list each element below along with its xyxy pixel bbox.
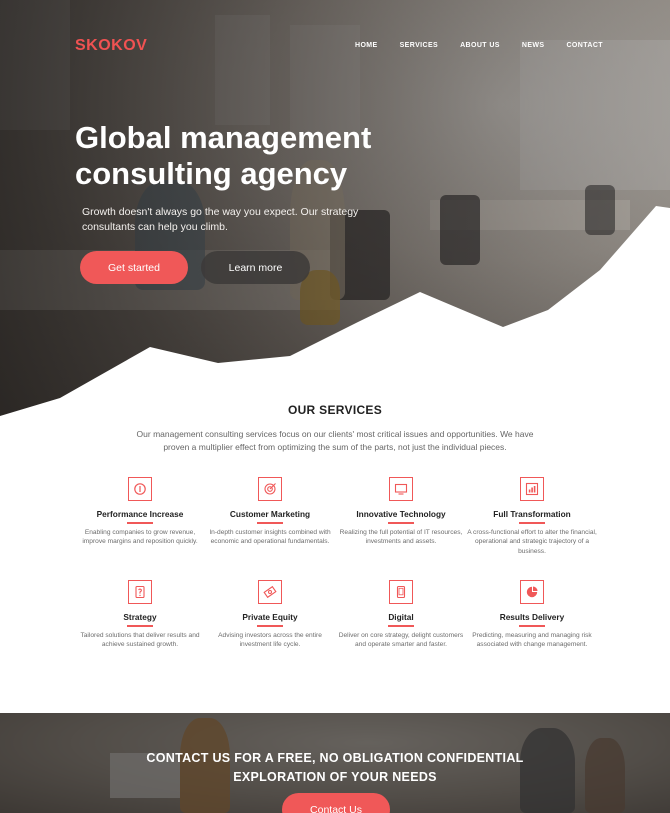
tablet-icon [389,580,413,604]
monitor-icon [389,477,413,501]
service-underline [127,625,153,627]
nav-news[interactable]: NEWS [522,42,545,49]
service-title: Results Delivery [499,612,565,622]
service-description: In-depth customer insights combined with… [209,528,331,546]
pie-icon [520,580,544,604]
chart-icon [520,477,544,501]
money-icon [258,580,282,604]
service-underline [257,625,283,627]
hero-subtitle: Growth doesn't always go the way you exp… [82,206,359,233]
service-innovative-technology[interactable]: Innovative Technology Realizing the full… [336,477,466,547]
service-description: A cross-functional effort to alter the f… [467,528,597,556]
services-heading: OUR SERVICES [287,403,383,417]
nav-contact[interactable]: CONTACT [566,42,603,49]
service-results-delivery[interactable]: Results Delivery Predicting, measuring a… [467,580,597,650]
contact-section: CONTACT US FOR A FREE, NO OBLIGATION CON… [0,713,670,813]
service-private-equity[interactable]: Private Equity Advising investors across… [205,580,335,650]
contact-us-button[interactable]: Contact Us [282,793,390,813]
service-customer-marketing[interactable]: Customer Marketing In-depth customer ins… [205,477,335,547]
brand-logo[interactable]: SKOKOV [75,37,147,55]
service-title: Innovative Technology [356,509,446,519]
nav-services[interactable]: SERVICES [400,42,438,49]
service-underline [388,625,414,627]
get-started-button[interactable]: Get started [80,251,188,284]
learn-more-button[interactable]: Learn more [201,251,310,284]
service-title: Strategy [123,612,157,622]
service-strategy[interactable]: Strategy Tailored solutions that deliver… [75,580,205,650]
service-performance-increase[interactable]: Performance Increase Enabling companies … [75,477,205,547]
service-description: Advising investors across the entire inv… [218,631,322,649]
service-underline [519,625,545,627]
service-title: Performance Increase [96,509,184,519]
hero-section: SKOKOV HOME SERVICES ABOUT US NEWS CONTA… [0,0,670,420]
service-underline [519,522,545,524]
contact-cta-line-1: CONTACT US FOR A FREE, NO OBLIGATION CON… [146,751,524,765]
service-title: Digital [388,612,414,622]
service-full-transformation[interactable]: Full Transformation A cross-functional e… [467,477,597,557]
service-title: Customer Marketing [229,509,311,519]
service-description: Deliver on core strategy, delight custom… [338,631,464,649]
services-intro: Our management consulting services focus… [136,429,534,452]
service-underline [257,522,283,524]
performance-icon [128,477,152,501]
service-description: Predicting, measuring and managing risk … [472,631,592,649]
service-digital[interactable]: Digital Deliver on core strategy, deligh… [336,580,466,650]
nav-home[interactable]: HOME [355,42,378,49]
contact-cta-text: CONTACT US FOR A FREE, NO OBLIGATION CON… [0,749,670,787]
strategy-icon [128,580,152,604]
service-description: Tailored solutions that deliver results … [80,631,200,649]
top-navigation: SKOKOV HOME SERVICES ABOUT US NEWS CONTA… [0,0,670,92]
target-icon [258,477,282,501]
service-underline [127,522,153,524]
main-menu: HOME SERVICES ABOUT US NEWS CONTACT [355,42,603,49]
nav-about-us[interactable]: ABOUT US [460,42,500,49]
hero-title: Global management consulting agency [75,120,372,191]
service-title: Private Equity [242,612,298,622]
contact-cta-line-2: EXPLORATION OF YOUR NEEDS [233,770,437,784]
service-description: Enabling companies to grow revenue, impr… [82,528,198,546]
service-underline [388,522,414,524]
service-title: Full Transformation [493,509,571,519]
service-description: Realizing the full potential of IT resou… [339,528,463,546]
